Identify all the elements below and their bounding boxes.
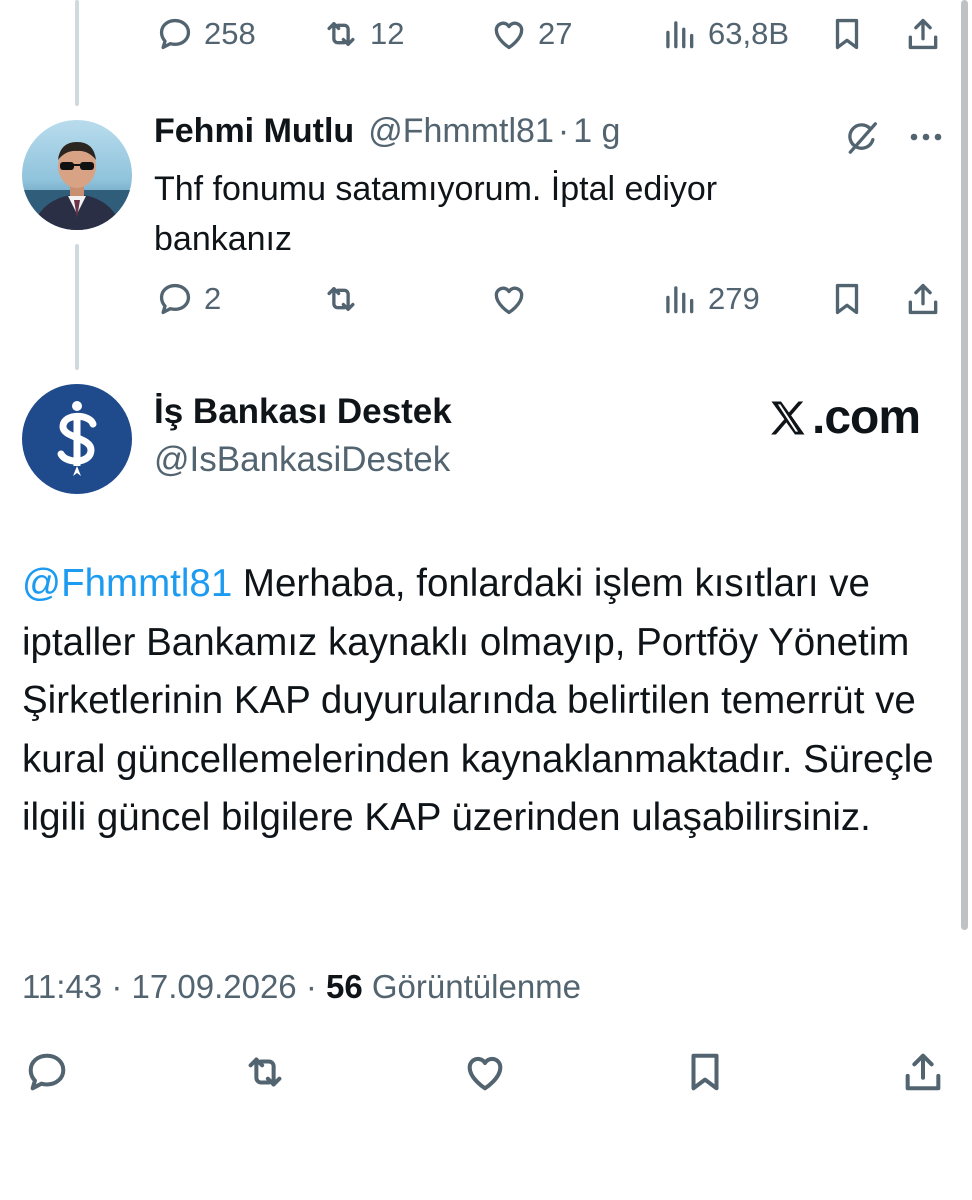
repost-icon — [327, 22, 355, 46]
views-icon — [666, 286, 694, 314]
mention-link[interactable]: @Fhmmtl81 — [22, 562, 232, 605]
reply-bookmark-button[interactable] — [828, 269, 866, 329]
main-bookmark-button[interactable] — [682, 1042, 728, 1102]
reply-actions: 2 279 — [0, 269, 972, 329]
meta-dot-1: · — [111, 968, 123, 1005]
tweet-meta: 11:43 · 17.09.2026 · 56 Görüntülenme — [22, 968, 581, 1006]
reply-author-handle[interactable]: @Fhmmtl81 — [368, 112, 554, 151]
reply-icon — [159, 283, 191, 315]
tweet-time[interactable]: 11:43 — [22, 968, 102, 1005]
reply-separator: · — [557, 112, 570, 150]
main-like-button[interactable] — [462, 1042, 508, 1102]
views-count: 63,8B — [708, 16, 790, 51]
reply-count: 258 — [204, 16, 256, 51]
repost-button[interactable]: 12 — [322, 4, 404, 64]
x-com-suffix: .com — [812, 391, 921, 444]
share-button[interactable] — [904, 4, 942, 64]
bookmark-icon — [691, 1053, 719, 1091]
like-count: 27 — [538, 16, 573, 51]
grok-button[interactable] — [842, 118, 882, 158]
x-logo-icon — [771, 401, 805, 434]
like-button[interactable]: 27 — [490, 4, 572, 64]
reply-like-button[interactable] — [490, 269, 528, 329]
person-photo-icon — [22, 120, 132, 230]
main-repost-button[interactable] — [242, 1042, 288, 1102]
bookmark-button[interactable] — [828, 4, 866, 64]
reply-time[interactable]: 1 g — [573, 112, 620, 151]
tweet-date[interactable]: 17.09.2026 — [131, 968, 296, 1005]
repost-count: 12 — [370, 16, 405, 51]
main-share-button[interactable] — [900, 1042, 946, 1102]
reply-reply-count: 2 — [204, 281, 222, 316]
reply-reply-button[interactable]: 2 — [156, 269, 221, 329]
reply-text: Thf fonumu satamıyorum. İptal ediyor ban… — [154, 170, 718, 258]
share-icon — [905, 1053, 941, 1091]
repost-icon — [327, 287, 355, 311]
reply-repost-button[interactable] — [322, 269, 360, 329]
more-icon — [910, 133, 942, 141]
views-label: Görüntülenme — [371, 968, 582, 1005]
like-icon — [494, 286, 524, 315]
like-icon — [467, 1056, 503, 1091]
reply-avatar[interactable] — [22, 120, 132, 230]
main-avatar[interactable] — [22, 384, 132, 494]
views-icon — [666, 21, 694, 49]
like-icon — [494, 21, 524, 50]
meta-dot-2: · — [305, 968, 317, 1005]
views-button[interactable]: 63,8B — [660, 4, 789, 64]
share-icon — [908, 18, 938, 50]
isbank-logo-icon — [22, 384, 132, 494]
reply-icon — [28, 1053, 66, 1091]
bookmark-icon — [835, 18, 859, 50]
grok-icon — [848, 122, 877, 154]
main-author-handle[interactable]: @IsBankasiDestek — [154, 440, 450, 480]
reply-header: Fehmi Mutlu @Fhmmtl81 · 1 g — [154, 112, 620, 151]
reply-views-count: 279 — [708, 281, 760, 316]
views-total: 56 — [326, 968, 363, 1005]
reply-icon — [159, 18, 191, 50]
x-com-watermark: .com — [766, 390, 921, 445]
more-options-button[interactable] — [906, 122, 946, 152]
main-tweet-text: @Fhmmtl81 Merhaba, fonlardaki işlem kısı… — [22, 555, 962, 848]
previous-tweet-actions: 258 12 27 63,8B — [0, 4, 972, 64]
share-icon — [908, 283, 938, 315]
reply-button[interactable]: 258 — [156, 4, 256, 64]
main-reply-button[interactable] — [24, 1042, 70, 1102]
main-actions — [0, 1042, 972, 1102]
scrollbar[interactable] — [961, 0, 968, 930]
main-author-name[interactable]: İş Bankası Destek — [154, 392, 452, 432]
reply-author-name[interactable]: Fehmi Mutlu — [154, 112, 354, 151]
repost-icon — [248, 1057, 282, 1087]
bookmark-icon — [835, 283, 859, 315]
reply-share-button[interactable] — [904, 269, 942, 329]
reply-views-button[interactable]: 279 — [660, 269, 760, 329]
